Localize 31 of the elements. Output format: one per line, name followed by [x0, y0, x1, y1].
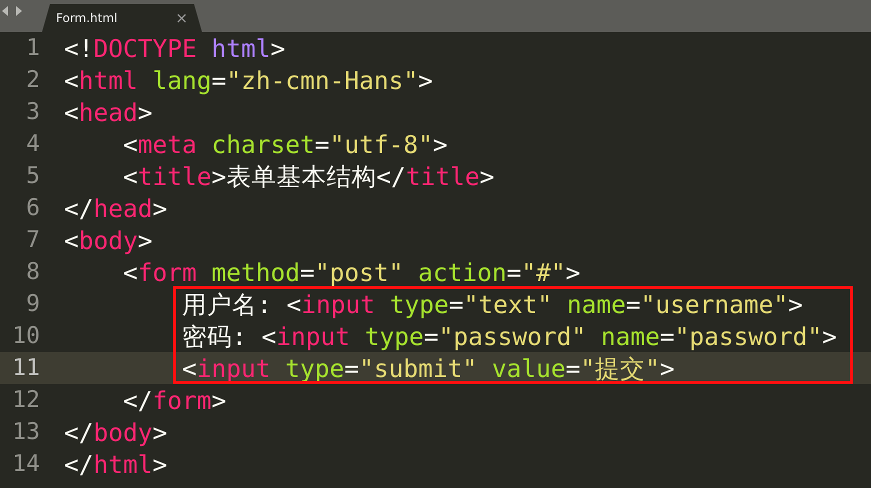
line-number: 6: [25, 195, 40, 221]
line-number: 2: [25, 67, 40, 93]
code-line: 用户名: <input type="text" name="username">: [181, 288, 803, 320]
code-line: <html lang="zh-cmn-Hans">: [64, 66, 433, 94]
tab-scroll-arrows-icon[interactable]: [2, 6, 22, 16]
line-number: 8: [25, 259, 40, 285]
line-number: 7: [25, 227, 40, 253]
line-number: 3: [25, 99, 40, 125]
code-line: <input type="submit" value="提交">: [181, 352, 675, 384]
code-line: <meta charset="utf-8">: [122, 130, 448, 158]
line-number: 11: [11, 355, 40, 381]
close-tab-button[interactable]: ×: [175, 9, 188, 27]
code-line: </form>: [122, 386, 226, 414]
line-number: 4: [25, 131, 40, 157]
line-number: 5: [25, 163, 40, 189]
file-tab[interactable]: Form.html ×: [42, 4, 202, 32]
code-line: <form method="post" action="#">: [122, 258, 580, 286]
line-number: 13: [11, 419, 40, 445]
code-line: </head>: [64, 194, 168, 222]
line-number: 1: [25, 35, 40, 61]
code-line: 密码: <input type="password" name="password">: [181, 320, 837, 352]
line-number: 12: [11, 387, 40, 413]
code-line: <title>表单基本结构</title>: [122, 160, 494, 192]
line-number: 10: [11, 323, 40, 349]
code-line: </body>: [64, 418, 168, 446]
line-number: 14: [11, 451, 40, 477]
code-line: <body>: [64, 226, 153, 254]
line-number: 9: [25, 291, 40, 317]
code-line: <head>: [64, 98, 153, 126]
code-line: </html>: [64, 450, 168, 478]
code-line: <!DOCTYPE html>: [64, 34, 286, 62]
